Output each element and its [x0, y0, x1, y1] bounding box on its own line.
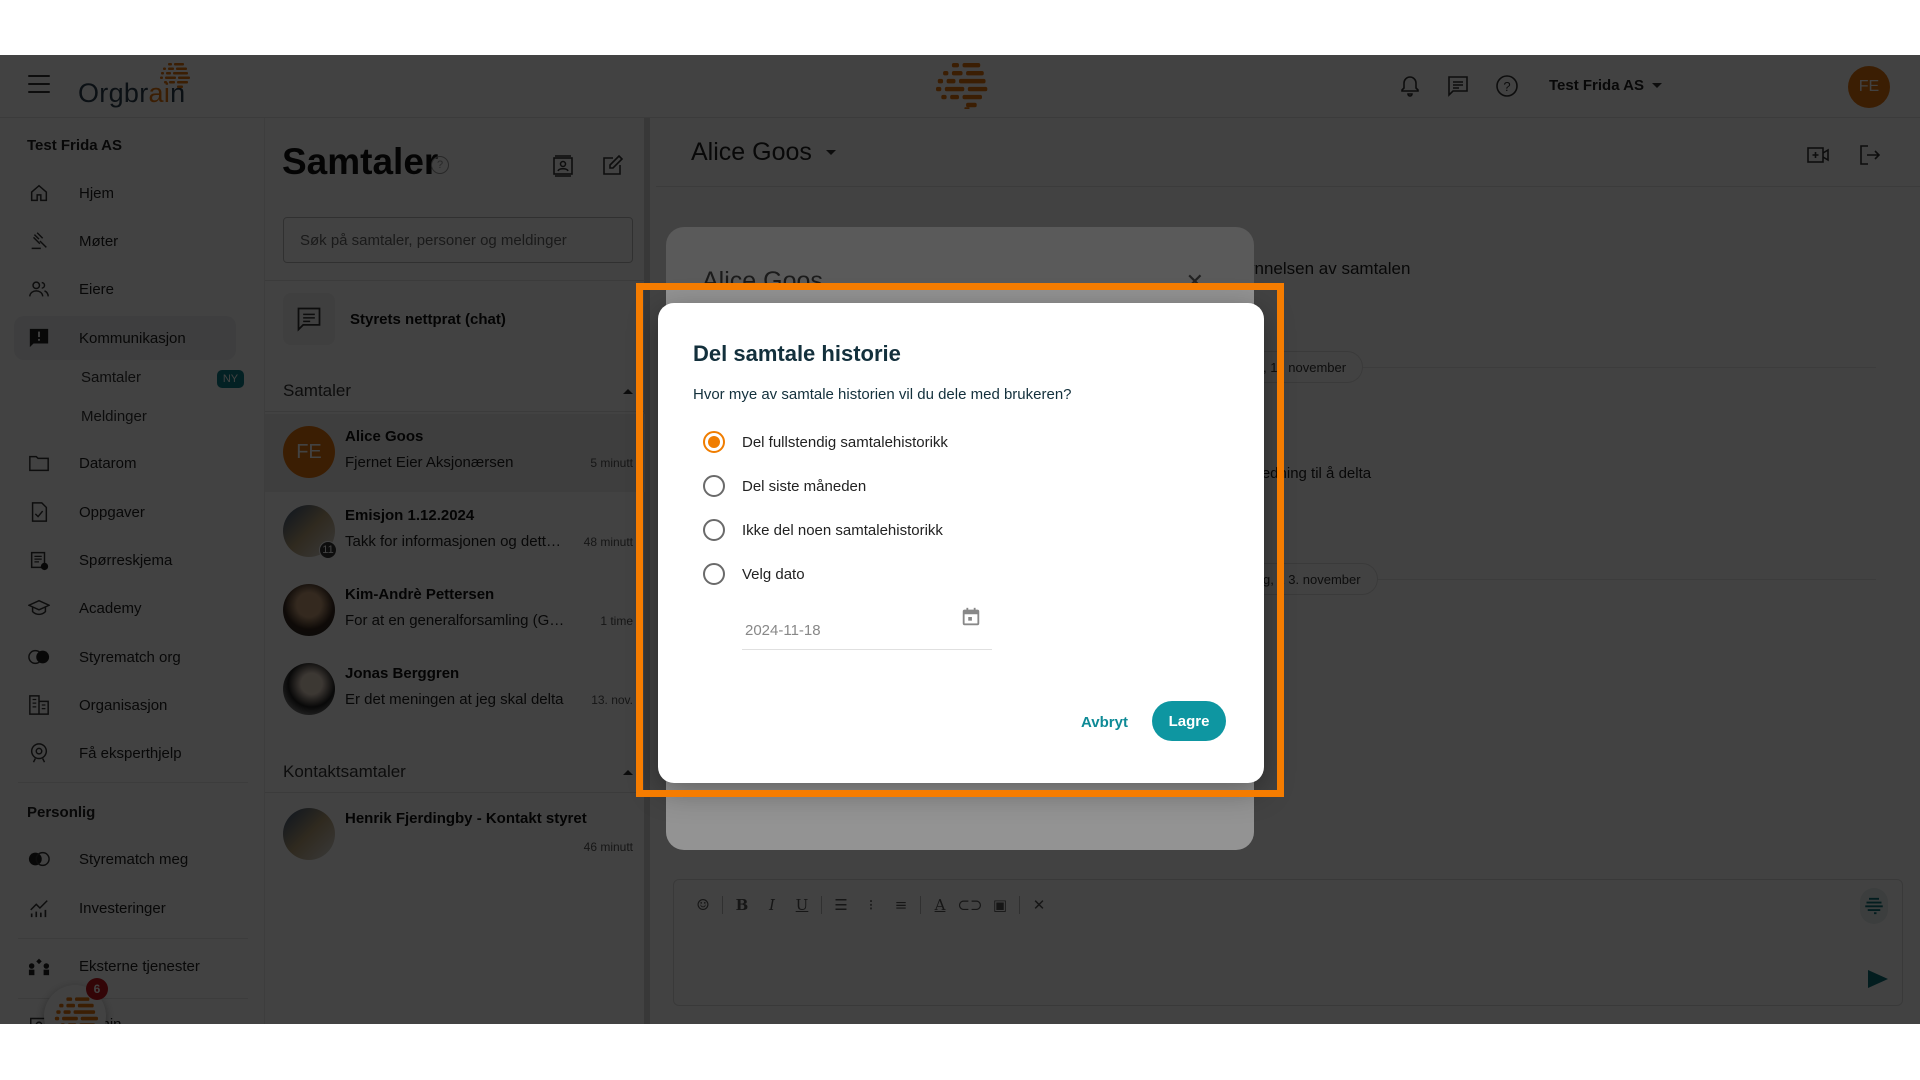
radio-button[interactable] — [703, 475, 725, 497]
app-window: Orgbrain Test Frida AS ? FE Test Frida A… — [0, 55, 1920, 1024]
radio-label: Ikke del noen samtalehistorikk — [742, 521, 943, 539]
radio-button[interactable] — [703, 563, 725, 585]
radio-option-full-history[interactable]: Del fullstendig samtalehistorikk — [703, 431, 948, 453]
share-history-dialog: Del samtale historie Hvor mye av samtale… — [658, 303, 1264, 783]
radio-option-choose-date[interactable]: Velg dato — [703, 563, 805, 585]
dialog-title: Del samtale historie — [693, 341, 901, 366]
radio-label: Del fullstendig samtalehistorikk — [742, 433, 948, 451]
radio-label: Del siste måneden — [742, 477, 867, 495]
cancel-button[interactable]: Avbryt — [1081, 714, 1128, 731]
save-button[interactable]: Lagre — [1152, 701, 1226, 741]
radio-button[interactable] — [703, 519, 725, 541]
radio-button-selected[interactable] — [703, 431, 725, 453]
radio-option-no-history[interactable]: Ikke del noen samtalehistorikk — [703, 519, 943, 541]
radio-option-last-month[interactable]: Del siste måneden — [703, 475, 866, 497]
dialog-question: Hvor mye av samtale historien vil du del… — [693, 386, 1072, 403]
calendar-icon[interactable] — [960, 606, 982, 628]
date-input[interactable] — [745, 622, 925, 639]
date-field — [742, 606, 992, 650]
radio-label: Velg dato — [742, 565, 805, 583]
